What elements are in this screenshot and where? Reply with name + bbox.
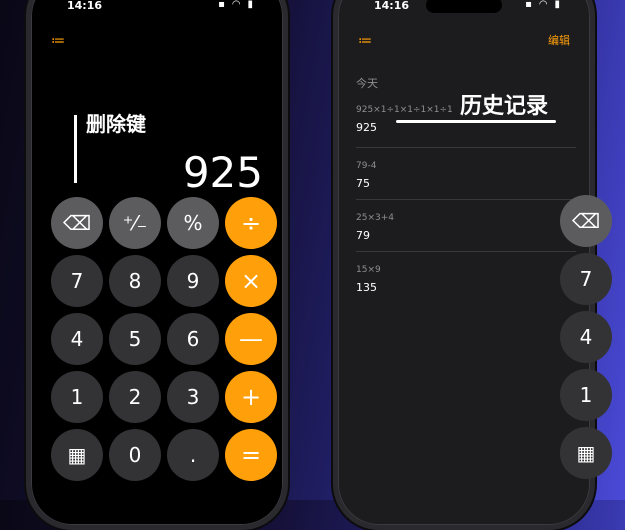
backspace-icon: ⌫ [571, 209, 601, 233]
digit-6-button[interactable]: 6 [167, 313, 219, 365]
history-item[interactable]: 79-4 75 [356, 161, 576, 190]
history-result: 135 [356, 281, 377, 294]
digit-5-button[interactable]: 5 [109, 313, 161, 365]
calculator-icon: ▦ [576, 441, 596, 465]
digit-label: 4 [579, 325, 593, 349]
digit-label: 3 [186, 385, 200, 409]
history-result: 75 [356, 177, 370, 190]
section-today: 今天 [356, 77, 378, 90]
digit-label: 4 [70, 327, 84, 351]
percent-button[interactable]: % [167, 197, 219, 249]
annotation-underline [396, 120, 556, 123]
decimal-button[interactable]: . [167, 429, 219, 481]
divider [356, 147, 576, 148]
annotation-bar [74, 115, 77, 183]
calculator-icon: ▦ [67, 443, 87, 467]
history-expression: 25×3+4 [356, 213, 394, 223]
percent-label: % [183, 211, 203, 235]
digit-4-button[interactable]: 4 [51, 313, 103, 365]
digit-8-button[interactable]: 8 [109, 255, 161, 307]
digit-9-button[interactable]: 9 [167, 255, 219, 307]
digit-7-button-partial[interactable]: 7 [560, 253, 612, 305]
status-bar: 14:16 ▪ ◠ ▮ [338, 0, 590, 21]
history-result: 79 [356, 229, 370, 242]
annotation-history: 历史记录 [460, 94, 549, 119]
digit-0-button[interactable]: 0 [109, 429, 161, 481]
digit-3-button[interactable]: 3 [167, 371, 219, 423]
digit-label: 0 [128, 443, 142, 467]
digit-4-button-partial[interactable]: 4 [560, 311, 612, 363]
status-time: 14:16 [67, 0, 103, 12]
status-bar: 14:16 ▪ ◠ ▮ [31, 0, 283, 21]
divider [356, 199, 576, 200]
digit-7-button[interactable]: 7 [51, 255, 103, 307]
backspace-icon: ⌫ [62, 211, 92, 235]
equals-label: = [240, 441, 262, 469]
digit-label: 7 [579, 267, 593, 291]
history-phone: 14:16 ▪ ◠ ▮ ≔ 编辑 今天 925×1÷1×1÷1×1÷1 925 … [333, 0, 595, 530]
digit-label: 2 [128, 385, 142, 409]
status-time: 14:16 [374, 0, 410, 12]
history-expression: 15×9 [356, 265, 381, 275]
digit-label: 6 [186, 327, 200, 351]
digit-label: 7 [70, 269, 84, 293]
history-menu-icon[interactable]: ≔ [51, 33, 65, 49]
calculator-phone: 14:16 ▪ ◠ ▮ ≔ 925 ⌫ ⁺⁄₋ % ÷ 7 8 9 × 4 5 … [26, 0, 288, 530]
divide-button[interactable]: ÷ [225, 197, 277, 249]
history-item[interactable]: 25×3+4 79 [356, 213, 576, 242]
history-item[interactable]: 15×9 135 [356, 265, 576, 294]
plus-label: + [240, 383, 262, 411]
digit-label: 5 [128, 327, 142, 351]
minus-button[interactable]: — [225, 313, 277, 365]
status-icons: ▪ ◠ ▮ [525, 0, 562, 10]
annotation-delete-key: 删除键 [86, 112, 146, 136]
digit-label: 1 [579, 383, 593, 407]
calculator-display: 925 [182, 148, 263, 197]
divider [356, 251, 576, 252]
digit-label: 1 [70, 385, 84, 409]
calculator-mode-button-partial[interactable]: ▦ [560, 427, 612, 479]
digit-1-button[interactable]: 1 [51, 371, 103, 423]
history-expression: 79-4 [356, 161, 377, 171]
equals-button[interactable]: = [225, 429, 277, 481]
multiply-label: × [240, 267, 262, 295]
sign-toggle-button[interactable]: ⁺⁄₋ [109, 197, 161, 249]
digit-1-button-partial[interactable]: 1 [560, 369, 612, 421]
backspace-button[interactable]: ⌫ [51, 197, 103, 249]
plus-button[interactable]: + [225, 371, 277, 423]
digit-label: 9 [186, 269, 200, 293]
digit-2-button[interactable]: 2 [109, 371, 161, 423]
history-menu-icon[interactable]: ≔ [358, 33, 372, 49]
status-icons: ▪ ◠ ▮ [218, 0, 255, 10]
multiply-button[interactable]: × [225, 255, 277, 307]
calculator-mode-button[interactable]: ▦ [51, 429, 103, 481]
minus-label: — [239, 325, 263, 353]
edit-button[interactable]: 编辑 [548, 32, 570, 48]
backspace-button-partial[interactable]: ⌫ [560, 195, 612, 247]
sign-toggle-label: ⁺⁄₋ [122, 211, 148, 235]
decimal-label: . [189, 443, 197, 467]
digit-label: 8 [128, 269, 142, 293]
divide-label: ÷ [240, 209, 262, 237]
